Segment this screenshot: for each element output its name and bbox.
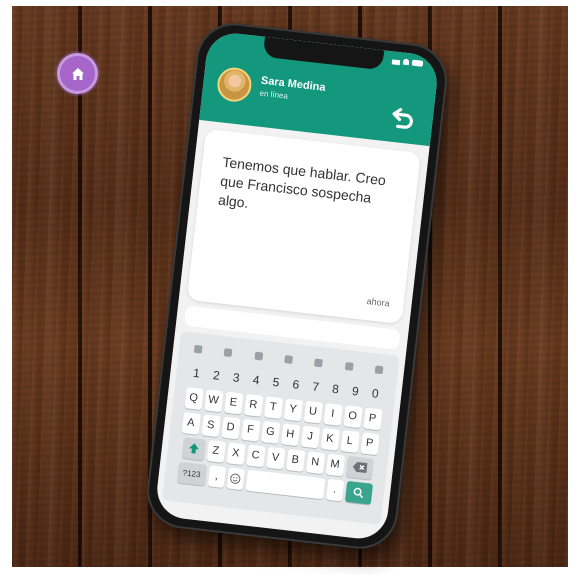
home-button[interactable]: [57, 53, 98, 94]
key-6[interactable]: 6: [286, 374, 305, 397]
key-v[interactable]: V: [265, 446, 286, 470]
key-m[interactable]: M: [325, 453, 345, 477]
key-g[interactable]: G: [260, 421, 280, 444]
keyboard: 1 2 3 4 5 6 7 8 9 0 Q W E R T Y U I O P …: [161, 331, 400, 525]
home-icon: [71, 67, 84, 80]
key-s[interactable]: S: [201, 414, 221, 438]
clipboard-icon[interactable]: [224, 348, 233, 358]
message-time: ahora: [366, 296, 391, 309]
signal-icon: [391, 59, 401, 66]
key-3[interactable]: 3: [227, 367, 246, 390]
key-w[interactable]: W: [203, 389, 224, 413]
key-h[interactable]: H: [280, 423, 300, 447]
back-icon[interactable]: [389, 104, 418, 133]
key-l[interactable]: L: [340, 430, 360, 453]
key-u[interactable]: U: [303, 400, 323, 424]
key-t[interactable]: T: [263, 396, 283, 419]
message-text: Tenemos que hablar. Creo que Francisco s…: [217, 153, 387, 211]
key-k[interactable]: K: [320, 427, 340, 451]
key-5[interactable]: 5: [266, 371, 285, 394]
backspace-icon: [352, 461, 367, 473]
wifi-icon: [402, 58, 410, 66]
cursor-icon[interactable]: [284, 355, 294, 364]
battery-icon: [411, 59, 424, 67]
key-p[interactable]: P: [362, 407, 383, 431]
key-f[interactable]: F: [240, 418, 261, 442]
emoji-key[interactable]: [226, 467, 245, 491]
key-9[interactable]: 9: [346, 380, 365, 403]
period-key[interactable]: .: [325, 478, 344, 502]
shift-key[interactable]: [181, 437, 206, 461]
symbols-key[interactable]: ?123: [176, 461, 207, 486]
key-o[interactable]: O: [342, 405, 363, 429]
contact-status: en línea: [259, 88, 289, 101]
key-n[interactable]: N: [305, 451, 325, 475]
phone-screen: Sara Medina en línea Tenemos que hablar.…: [154, 30, 440, 542]
key-4[interactable]: 4: [246, 369, 265, 392]
key-b[interactable]: B: [285, 449, 305, 472]
shift-icon: [188, 443, 199, 454]
key-i[interactable]: I: [323, 402, 343, 426]
comma-key[interactable]: ,: [207, 465, 226, 488]
arrow-icon[interactable]: [193, 344, 203, 354]
key-7[interactable]: 7: [306, 376, 325, 399]
key-1[interactable]: 1: [187, 362, 206, 385]
space-key[interactable]: [245, 469, 325, 500]
key-q[interactable]: Q: [183, 387, 204, 410]
sticker-icon[interactable]: [254, 351, 263, 361]
avatar[interactable]: [215, 65, 254, 104]
emoji-icon: [230, 473, 241, 484]
key-8[interactable]: 8: [326, 378, 345, 401]
message-card: Tenemos que hablar. Creo que Francisco s…: [186, 128, 421, 325]
key-j[interactable]: J: [300, 425, 320, 449]
key-p-2[interactable]: P: [359, 432, 380, 456]
key-r[interactable]: R: [243, 393, 263, 417]
key-d[interactable]: D: [220, 416, 241, 440]
backspace-key[interactable]: [345, 455, 374, 480]
gear-icon[interactable]: [344, 361, 354, 371]
key-a[interactable]: A: [181, 411, 201, 435]
key-z[interactable]: Z: [206, 439, 226, 463]
microphone-icon[interactable]: [374, 365, 384, 375]
translate-icon[interactable]: [314, 358, 324, 368]
key-e[interactable]: E: [223, 391, 243, 415]
key-2[interactable]: 2: [207, 365, 226, 388]
key-x[interactable]: X: [225, 442, 246, 466]
search-icon: [353, 487, 364, 499]
search-key[interactable]: [344, 480, 373, 505]
key-0[interactable]: 0: [366, 383, 385, 406]
key-c[interactable]: C: [245, 444, 266, 468]
key-y[interactable]: Y: [283, 398, 303, 422]
